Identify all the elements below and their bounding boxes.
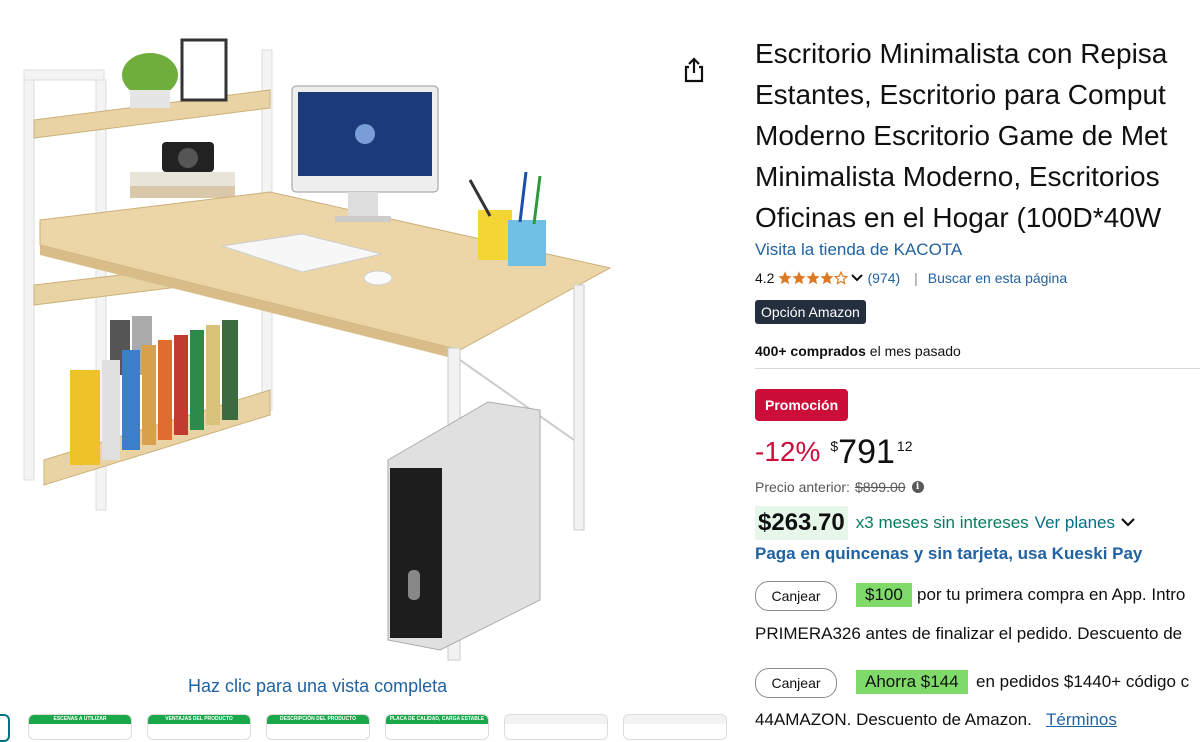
- share-icon[interactable]: [678, 54, 710, 86]
- price-whole: 791: [838, 433, 895, 471]
- bought-count-number: 400+ comprados: [755, 343, 866, 359]
- thumbnail-label: [505, 715, 607, 724]
- promo-badge: Promoción: [755, 389, 849, 421]
- coupon-tag: Ahorra $144: [856, 670, 968, 694]
- chevron-down-icon[interactable]: [851, 271, 864, 285]
- redeem-button[interactable]: Canjear: [755, 581, 837, 611]
- product-title-line: Moderno Escritorio Game de Met: [755, 120, 1168, 151]
- thumbnail-1[interactable]: ESCENAS A UTILIZAR: [28, 714, 132, 740]
- rating-count-link[interactable]: (974): [867, 270, 900, 286]
- view-plans-link[interactable]: Ver planes: [1035, 513, 1115, 533]
- star-full-icon: [792, 271, 807, 285]
- coupon-tag: $100: [856, 583, 912, 607]
- product-title-line: Oficinas en el Hogar (100D*40W: [755, 202, 1162, 233]
- thumbnail-video[interactable]: [0, 714, 10, 742]
- star-full-icon: [820, 271, 835, 285]
- rating-row: 4.2 (974) | Buscar en esta página: [755, 270, 1067, 286]
- amazon-choice-badge: Opción Amazon: [755, 300, 866, 324]
- thumbnail-label: PLACA DE CALIDAD, CARGA ESTABLE: [386, 715, 488, 724]
- thumbnail-label: DESCRIPCIÓN DEL PRODUCTO: [267, 715, 369, 724]
- star-full-icon: [806, 271, 821, 285]
- search-page-link[interactable]: Buscar en esta página: [928, 270, 1067, 286]
- installment-text: x3 meses sin intereses: [855, 513, 1029, 532]
- discount-percent: -12%: [755, 436, 821, 467]
- kueski-pay-link[interactable]: Paga en quincenas y sin tarjeta, usa Kue…: [755, 544, 1142, 564]
- offer-text: por tu primera compra en App. Intro: [917, 585, 1186, 604]
- redeem-button[interactable]: Canjear: [755, 668, 837, 698]
- star-rating[interactable]: [778, 271, 849, 285]
- price-currency: $: [830, 438, 839, 454]
- bought-count-period: el mes pasado: [865, 343, 961, 359]
- previous-price-row: Precio anterior: $899.00 i: [755, 479, 924, 495]
- product-title: Escritorio Minimalista con Repisa Estant…: [755, 33, 1200, 238]
- star-full-icon: [778, 271, 793, 285]
- thumbnail-6[interactable]: [623, 714, 727, 740]
- offer-text-line2-body: 44AMAZON. Descuento de Amazon.: [755, 710, 1032, 729]
- store-link[interactable]: Visita la tienda de KACOTA: [755, 240, 962, 260]
- divider: [755, 368, 1200, 369]
- chevron-down-icon[interactable]: [1121, 514, 1135, 532]
- bought-count: 400+ comprados el mes pasado: [755, 343, 961, 359]
- thumbnail-3[interactable]: DESCRIPCIÓN DEL PRODUCTO: [266, 714, 370, 740]
- offer-text: en pedidos $1440+ código c: [976, 672, 1190, 691]
- rating-value: 4.2: [755, 270, 775, 286]
- thumbnail-label: [624, 715, 726, 724]
- thumbnail-4[interactable]: PLACA DE CALIDAD, CARGA ESTABLE: [385, 714, 489, 740]
- thumbnail-5[interactable]: [504, 714, 608, 740]
- installment-row: $263.70 x3 meses sin intereses Ver plane…: [755, 506, 1135, 540]
- installment-amount: $263.70: [755, 506, 848, 540]
- previous-price: $899.00: [854, 479, 906, 495]
- previous-price-label: Precio anterior:: [755, 479, 850, 495]
- view-full-image-link[interactable]: Haz clic para una vista completa: [188, 676, 447, 697]
- separator: |: [914, 270, 918, 286]
- product-title-line: Minimalista Moderno, Escritorios: [755, 161, 1160, 192]
- product-title-line: Escritorio Minimalista con Repisa: [755, 38, 1168, 69]
- thumbnail-label: VENTAJAS DEL PRODUCTO: [148, 715, 250, 724]
- thumbnail-2[interactable]: VENTAJAS DEL PRODUCTO: [147, 714, 251, 740]
- product-title-line: Estantes, Escritorio para Comput: [755, 79, 1166, 110]
- desk-illustration: [23, 38, 612, 661]
- star-empty-icon: [834, 271, 849, 285]
- offer-text-line2: 44AMAZON. Descuento de Amazon. Términos: [755, 710, 1117, 730]
- offer-text-line2: PRIMERA326 antes de finalizar el pedido.…: [755, 624, 1183, 643]
- thumbnail-label: ESCENAS A UTILIZAR: [29, 715, 131, 724]
- terms-link[interactable]: Términos: [1046, 710, 1117, 729]
- info-icon[interactable]: i: [911, 481, 924, 493]
- price-row: -12% $ 791 12: [755, 432, 912, 472]
- product-main-image[interactable]: [0, 30, 640, 670]
- price-fraction: 12: [896, 438, 913, 454]
